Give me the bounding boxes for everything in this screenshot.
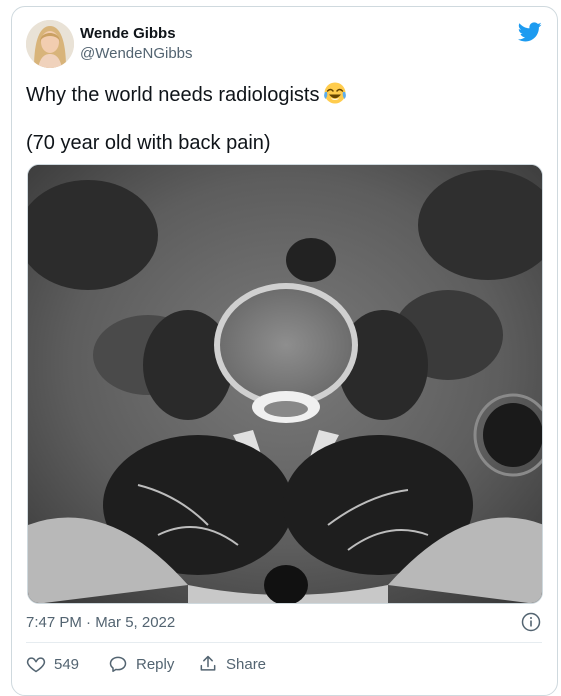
share-button[interactable]: Share	[198, 654, 266, 674]
action-bar: 549 Reply Share	[26, 651, 266, 677]
like-count: 549	[54, 655, 80, 673]
share-label: Share	[226, 655, 267, 673]
like-button[interactable]: 549	[26, 654, 108, 674]
face-with-tears-of-joy-icon	[324, 82, 347, 104]
share-icon	[200, 655, 216, 671]
mri-scan-image	[28, 165, 542, 603]
tweet-image[interactable]	[27, 164, 543, 604]
reply-icon	[109, 656, 127, 672]
tweet-line-1: Why the world needs radiologists	[26, 84, 320, 106]
tweet-timestamp[interactable]: 7:47 PM · Mar 5, 2022	[26, 614, 175, 631]
heart-icon	[26, 657, 46, 673]
divider	[26, 642, 542, 643]
author-handle[interactable]: @WendeNGibbs	[80, 45, 193, 62]
info-icon[interactable]	[521, 612, 541, 632]
reply-label: Reply	[136, 655, 175, 673]
tweet-line-2: (70 year old with back pain)	[26, 132, 271, 154]
twitter-bird-icon[interactable]	[518, 20, 542, 44]
avatar[interactable]	[26, 20, 74, 68]
reply-button[interactable]: Reply	[108, 654, 198, 674]
tweet-text: Why the world needs radiologists (70 yea…	[26, 81, 536, 155]
author-name[interactable]: Wende Gibbs	[80, 25, 176, 42]
